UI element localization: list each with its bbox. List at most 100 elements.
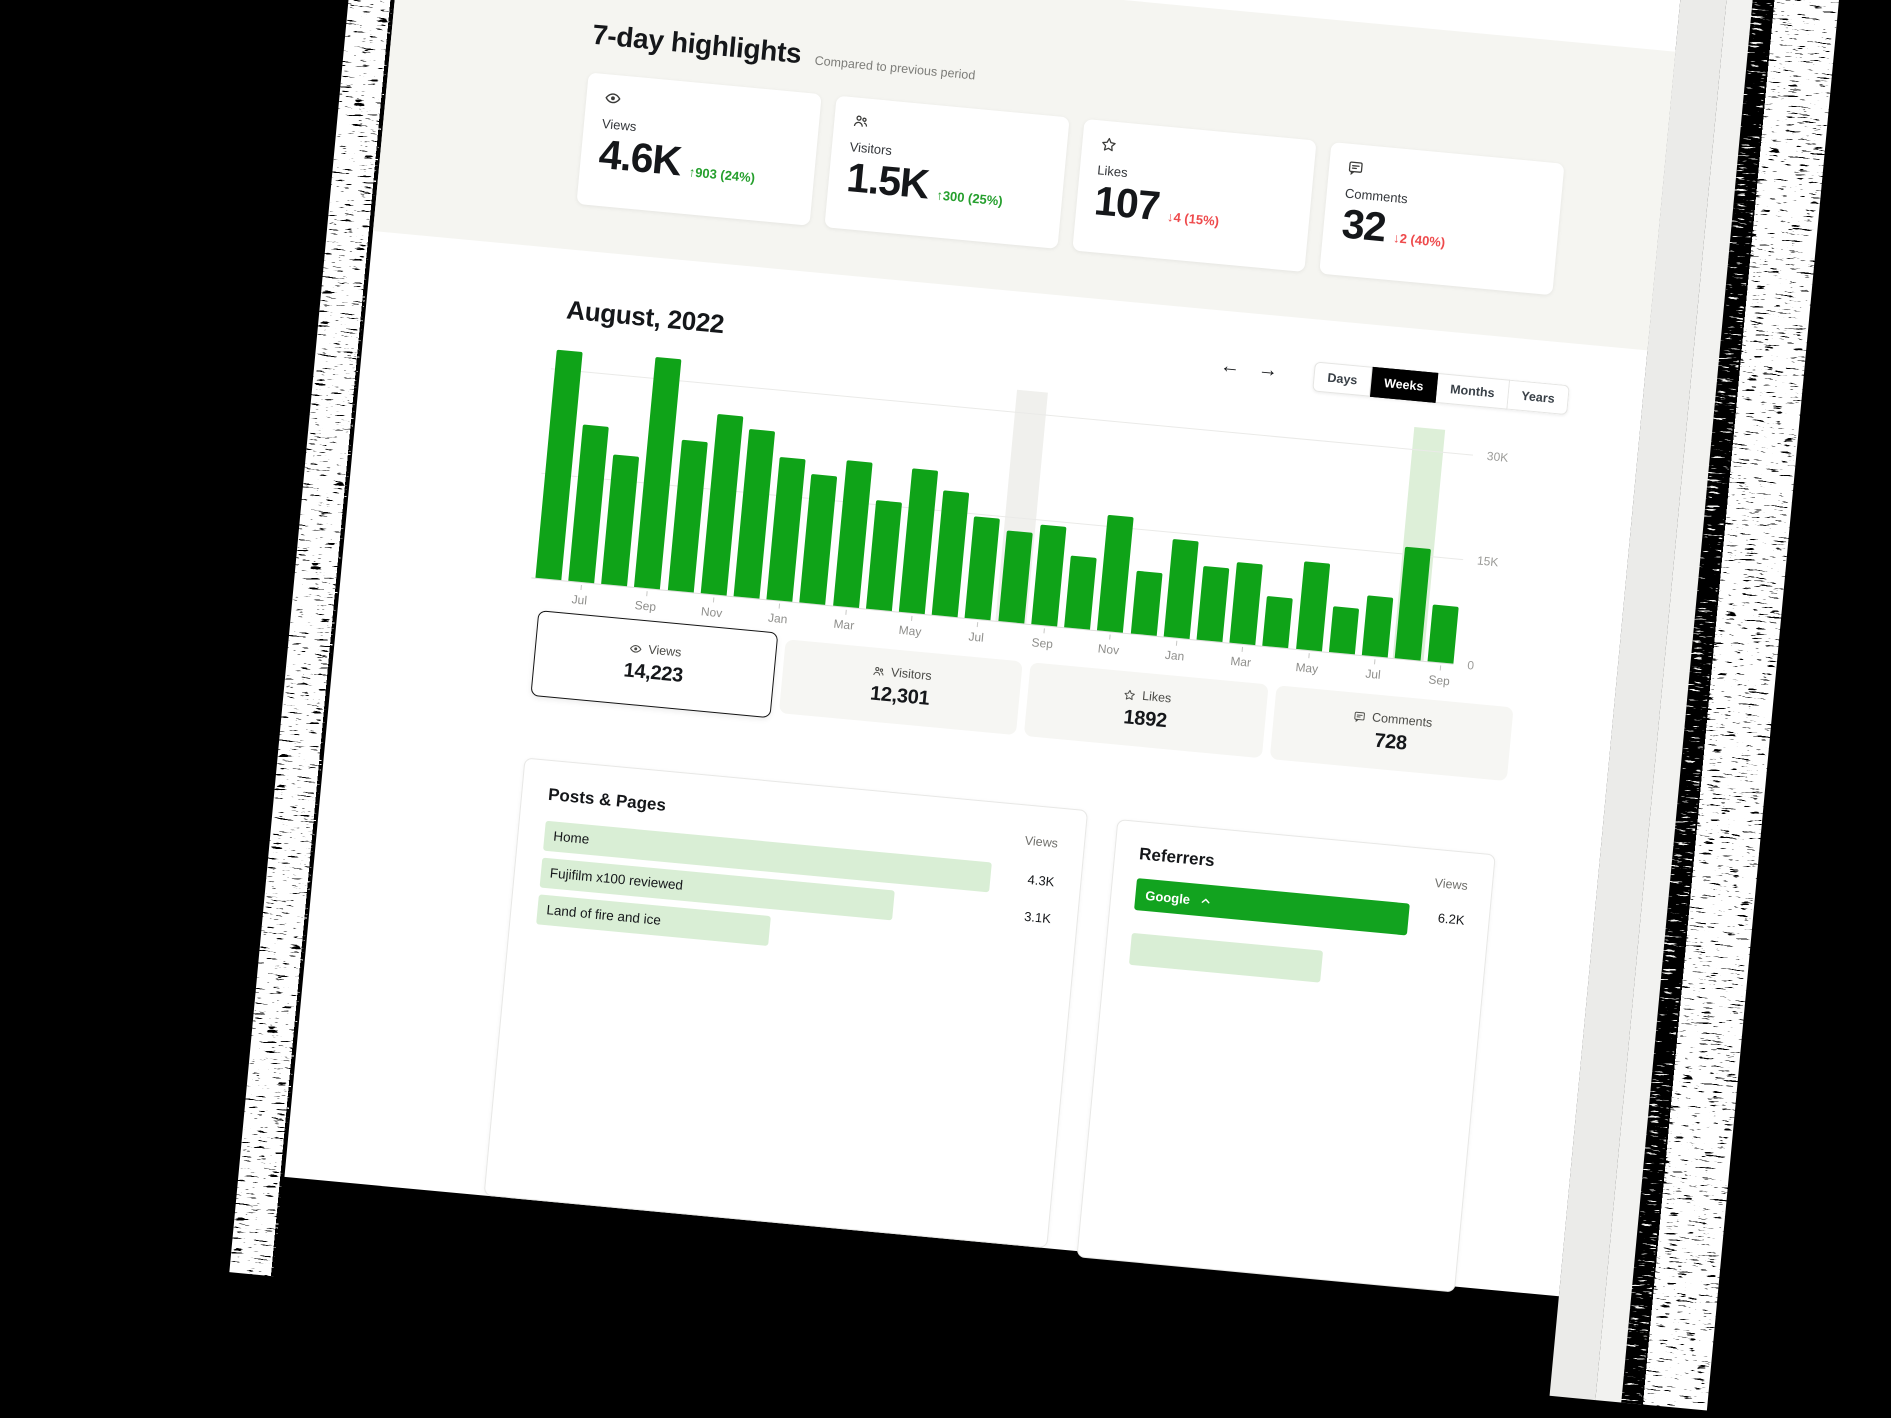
card-value: 4.6K [597,133,682,183]
chart-bar[interactable] [1329,606,1359,655]
x-axis-tick-label: Mar [1218,653,1263,671]
chart-bar[interactable] [1097,514,1134,632]
chart-bar[interactable] [965,516,1000,620]
star-icon [1123,688,1137,702]
x-axis-tick [1109,635,1110,640]
chart-bar[interactable] [1296,561,1330,651]
highlight-card-visitors[interactable]: Visitors 1.5K ↑300 (25%) [824,96,1069,249]
chart-bar[interactable] [601,454,639,586]
summary-value: 12,301 [869,682,930,710]
period-heading: August, 2022 [565,294,725,340]
chart-bar[interactable] [700,414,743,595]
chart-bar[interactable] [1395,546,1431,660]
visitors-icon [851,112,870,131]
granularity-months-button[interactable]: Months [1436,373,1510,410]
referrer-name: Google [1145,887,1191,906]
chart-bar[interactable] [1229,562,1262,645]
next-period-button[interactable]: → [1257,358,1279,383]
summary-box-visitors[interactable]: Visitors 12,301 [778,639,1022,735]
highlight-card-likes[interactable]: Likes 107 ↓4 (15%) [1072,119,1317,272]
card-value: 32 [1340,202,1387,249]
views-column-header: Views [994,831,1059,851]
chevron-up-icon [1198,893,1212,907]
granularity-years-button[interactable]: Years [1507,380,1570,415]
eye-icon [604,89,623,108]
chart-bar[interactable] [1362,595,1394,657]
x-axis-tick-label: May [888,622,933,640]
post-views-value [982,936,1049,972]
summary-value: 1892 [1122,706,1167,733]
referrer-row [1129,926,1461,996]
comment-icon [1353,709,1367,723]
chart-bar[interactable] [1428,604,1459,664]
chart-bar[interactable] [1031,525,1066,627]
x-axis-tick [1043,628,1044,633]
card-delta: ↓4 (15%) [1166,209,1219,229]
dashboard-page: 7-day highlights Compared to previous pe… [284,0,1689,1296]
selected-period-band [1392,427,1445,661]
summary-box-likes[interactable]: Likes 1892 [1024,662,1268,758]
x-axis-tick-label: Sep [1020,634,1065,652]
chart-bar[interactable] [932,490,970,617]
x-axis-tick [1242,647,1243,652]
post-views-value: 4.3K [989,862,1056,898]
card-delta: ↓2 (40%) [1393,230,1446,250]
referrer-views-value: 6.2K [1407,904,1466,941]
chart-bar[interactable] [535,350,582,580]
highlight-card-comments[interactable]: Comments 32 ↓2 (40%) [1319,142,1564,295]
x-axis-tick-label: Jul [1351,665,1396,683]
chart-bar[interactable] [568,424,609,583]
chart-bar[interactable] [833,460,872,608]
star-icon [1099,135,1118,154]
chart-bar[interactable] [667,439,707,592]
chart-bar[interactable] [998,530,1032,623]
granularity-toggle: DaysWeeksMonthsYears [1312,361,1570,415]
x-axis-tick-label: Jul [557,591,602,609]
x-axis-tick [1176,641,1177,646]
x-axis-tick-label: Mar [821,616,866,634]
chart-bar[interactable] [767,457,806,602]
chart-bar[interactable] [1130,571,1162,636]
chart-bar[interactable] [1263,596,1294,649]
post-views-value: 3.1K [986,899,1053,935]
summary-label: Visitors [890,665,932,683]
summary-value: 728 [1373,730,1407,756]
chart-bar[interactable] [733,429,775,599]
chart-bar[interactable] [800,474,838,605]
granularity-weeks-button[interactable]: Weeks [1370,367,1439,403]
chart-bar[interactable] [634,356,681,589]
x-axis-tick [977,622,978,627]
chart-bar[interactable] [899,468,938,614]
views-column-header: Views [1403,873,1468,893]
card-delta: ↑300 (25%) [936,187,1004,208]
granularity-days-button[interactable]: Days [1312,361,1372,396]
chart-bar[interactable] [866,500,902,611]
chart-bar[interactable] [1064,556,1097,630]
card-value: 1.5K [845,156,930,206]
y-axis-tick-label: 0 [1467,658,1475,673]
gridline-15K [541,473,1463,560]
post-title: Land of fire and ice [546,902,662,928]
x-axis-tick [580,585,581,590]
x-axis-tick [646,591,647,596]
x-axis-tick-label: Nov [1086,640,1131,658]
card-value: 107 [1093,179,1162,228]
highlight-card-views[interactable]: Views 4.6K ↑903 (24%) [576,72,821,225]
x-axis-tick-label: Jul [954,628,999,646]
chart-summary-boxes: Views 14,223 Visitors 12,301 Likes 1892 … [530,610,1514,787]
rotated-page-stack: 7-day highlights Compared to previous pe… [275,0,1891,1418]
chart-bar[interactable] [1163,539,1198,639]
summary-box-comments[interactable]: Comments 728 [1269,685,1513,781]
x-axis-tick-label: Nov [689,603,734,621]
x-axis-tick [713,597,714,602]
prev-period-button[interactable]: ← [1219,355,1241,380]
referrer-row-bar[interactable] [1129,933,1323,983]
x-axis-tick-label: Jan [1152,647,1197,665]
summary-box-views[interactable]: Views 14,223 [530,610,777,718]
y-axis-tick-label: 30K [1486,449,1509,465]
summary-label: Views [648,643,682,660]
period-nav: ← → [1219,355,1279,383]
chart-bar[interactable] [1196,566,1229,642]
referrer-row-bar[interactable]: Google [1134,878,1410,935]
summary-label: Comments [1371,710,1432,730]
